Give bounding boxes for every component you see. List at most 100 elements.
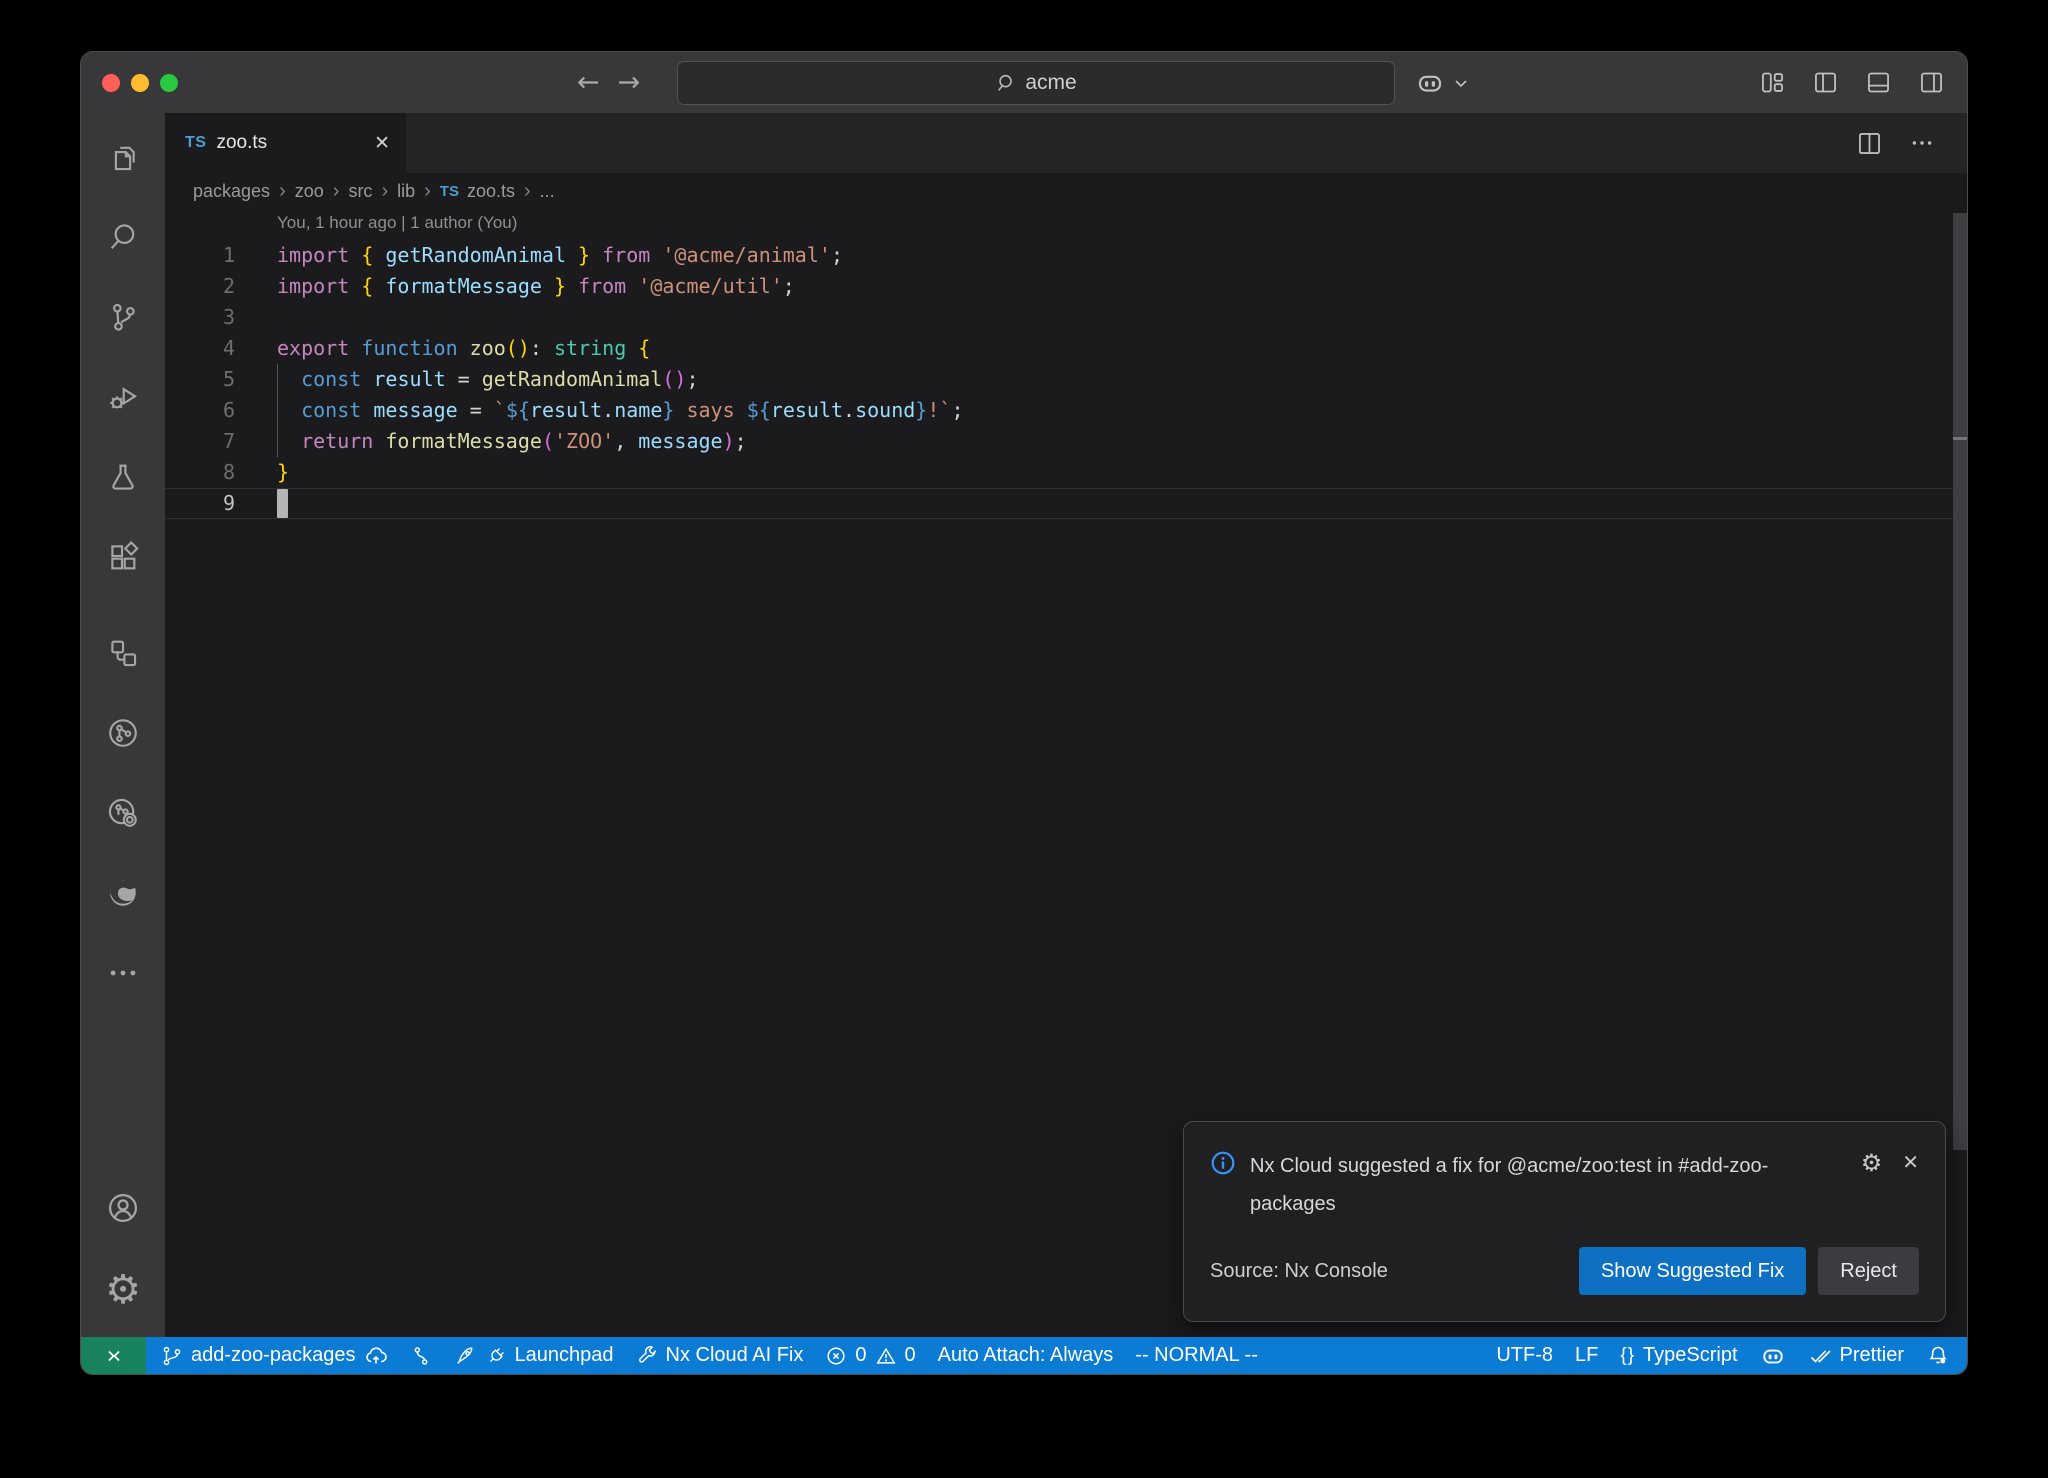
code-line[interactable]: 1import { getRandomAnimal } from '@acme/…	[165, 240, 1967, 271]
token-str: '@acme/util'	[638, 274, 783, 298]
token-tpl: ${	[506, 398, 530, 422]
info-icon	[1210, 1150, 1236, 1176]
code-line[interactable]: 8}	[165, 457, 1967, 488]
problems-indicator[interactable]: 0 0	[814, 1337, 926, 1374]
editor-more-actions-icon[interactable]	[1909, 130, 1935, 156]
token-pun	[650, 243, 662, 267]
token-pun: ;	[735, 429, 747, 453]
token-b1: }	[554, 274, 566, 298]
nx-projects-icon[interactable]	[106, 636, 140, 670]
command-center-search[interactable]: acme	[677, 61, 1395, 105]
code-line[interactable]: 3	[165, 302, 1967, 333]
token-fn: zoo	[470, 336, 506, 360]
token-var: message	[638, 429, 722, 453]
search-sidebar-icon[interactable]	[106, 220, 140, 254]
nx-cloud-icon[interactable]	[106, 796, 140, 830]
testing-icon[interactable]	[106, 460, 140, 494]
back-arrow-icon[interactable]: ←	[577, 69, 600, 96]
token-pun	[626, 274, 638, 298]
codelens-blame[interactable]: You, 1 hour ago | 1 author (You)	[277, 212, 517, 234]
token-b1: }	[277, 460, 289, 484]
token-pun: ;	[783, 274, 795, 298]
forward-arrow-icon[interactable]: →	[618, 69, 641, 96]
token-pun: .	[843, 398, 855, 422]
split-editor-icon[interactable]	[1856, 130, 1883, 157]
code-editor[interactable]: You, 1 hour ago | 1 author (You) 1import…	[165, 209, 1967, 1337]
toggle-primary-sidebar-icon[interactable]	[1812, 69, 1839, 96]
chevron-down-icon[interactable]	[1453, 75, 1469, 91]
token-var: name	[614, 398, 662, 422]
rocket-icon	[454, 1344, 477, 1367]
more-views-icon[interactable]	[106, 956, 140, 990]
code-line[interactable]: 5 const result = getRandomAnimal();	[165, 364, 1967, 395]
language-indicator[interactable]: {} TypeScript	[1609, 1337, 1748, 1374]
breadcrumb-item[interactable]: packages	[193, 181, 270, 202]
code-text	[235, 302, 277, 333]
launchpad-indicator[interactable]: Launchpad	[443, 1337, 625, 1374]
customize-layout-icon[interactable]	[1759, 69, 1786, 96]
minimize-window-button[interactable]	[131, 74, 149, 92]
notifications-bell[interactable]	[1915, 1337, 1961, 1374]
breadcrumb-item[interactable]: src	[348, 181, 372, 202]
tab-zoo-ts[interactable]: TS zoo.ts ✕	[165, 113, 406, 173]
code-line[interactable]: 7 return formatMessage('ZOO', message);	[165, 426, 1967, 457]
reject-button[interactable]: Reject	[1818, 1247, 1919, 1295]
indent-guide	[277, 364, 278, 457]
error-count: 0	[855, 1344, 866, 1367]
wrench-icon	[636, 1345, 658, 1367]
encoding-indicator[interactable]: UTF-8	[1485, 1337, 1564, 1374]
token-pun: ;	[686, 367, 698, 391]
run-debug-icon[interactable]	[106, 380, 140, 414]
breadcrumb-item[interactable]: lib	[397, 181, 415, 202]
source-control-icon[interactable]	[106, 300, 140, 334]
token-b1: {	[361, 274, 373, 298]
vertical-scrollbar[interactable]	[1953, 213, 1967, 1150]
token-pun	[566, 274, 578, 298]
code-line[interactable]: 2import { formatMessage } from '@acme/ut…	[165, 271, 1967, 302]
code-text: const result = getRandomAnimal();	[235, 364, 699, 395]
notification-close-icon[interactable]: ✕	[1902, 1149, 1919, 1177]
accounts-icon[interactable]	[105, 1191, 141, 1225]
copilot-status-indicator[interactable]	[1749, 1337, 1797, 1374]
code-line[interactable]: 4export function zoo(): string {	[165, 333, 1967, 364]
breadcrumb-item[interactable]: TSzoo.ts	[440, 181, 515, 202]
bell-icon	[1926, 1344, 1950, 1368]
remote-indicator[interactable]	[81, 1337, 146, 1374]
breadcrumb-item[interactable]: ...	[540, 181, 555, 202]
window-controls	[102, 74, 178, 92]
token-var: result	[530, 398, 602, 422]
token-b2: ()	[662, 367, 686, 391]
toggle-secondary-sidebar-icon[interactable]	[1918, 69, 1945, 96]
explorer-icon[interactable]	[106, 140, 140, 174]
toggle-panel-icon[interactable]	[1865, 69, 1892, 96]
formatter-indicator[interactable]: Prettier	[1797, 1337, 1915, 1374]
copilot-icon[interactable]	[1415, 68, 1445, 98]
settings-gear-icon[interactable]: ⚙	[105, 1273, 141, 1307]
zoom-window-button[interactable]	[160, 74, 178, 92]
close-window-button[interactable]	[102, 74, 120, 92]
eol-indicator[interactable]: LF	[1564, 1337, 1609, 1374]
code-text: return formatMessage('ZOO', message);	[235, 426, 747, 457]
token-kw: import	[277, 274, 349, 298]
notification-settings-icon[interactable]: ⚙	[1861, 1149, 1883, 1177]
token-fn: formatMessage	[385, 429, 542, 453]
token-pun: =	[458, 398, 494, 422]
nx-console-icon[interactable]	[106, 716, 140, 750]
code-text: export function zoo(): string {	[235, 333, 650, 364]
breadcrumb-item[interactable]: zoo	[295, 181, 324, 202]
auto-attach-indicator[interactable]: Auto Attach: Always	[927, 1337, 1125, 1374]
edge-browser-icon[interactable]	[106, 876, 140, 910]
nx-cloud-ai-fix-indicator[interactable]: Nx Cloud AI Fix	[625, 1337, 815, 1374]
code-line[interactable]: 9	[165, 488, 1967, 519]
line-number: 1	[165, 240, 235, 271]
vim-mode-indicator[interactable]: -- NORMAL --	[1124, 1337, 1269, 1374]
branch-indicator[interactable]: add-zoo-packages	[150, 1337, 399, 1374]
breadcrumb-item-label: zoo	[295, 181, 324, 202]
copilot-status-icon	[1760, 1343, 1786, 1369]
extensions-icon[interactable]	[106, 540, 140, 574]
show-suggested-fix-button[interactable]: Show Suggested Fix	[1579, 1247, 1806, 1295]
tab-close-icon[interactable]: ✕	[374, 132, 390, 155]
code-line[interactable]: 6 const message = `${result.name} says $…	[165, 395, 1967, 426]
token-pun	[361, 398, 373, 422]
git-graph-indicator[interactable]	[399, 1337, 443, 1374]
